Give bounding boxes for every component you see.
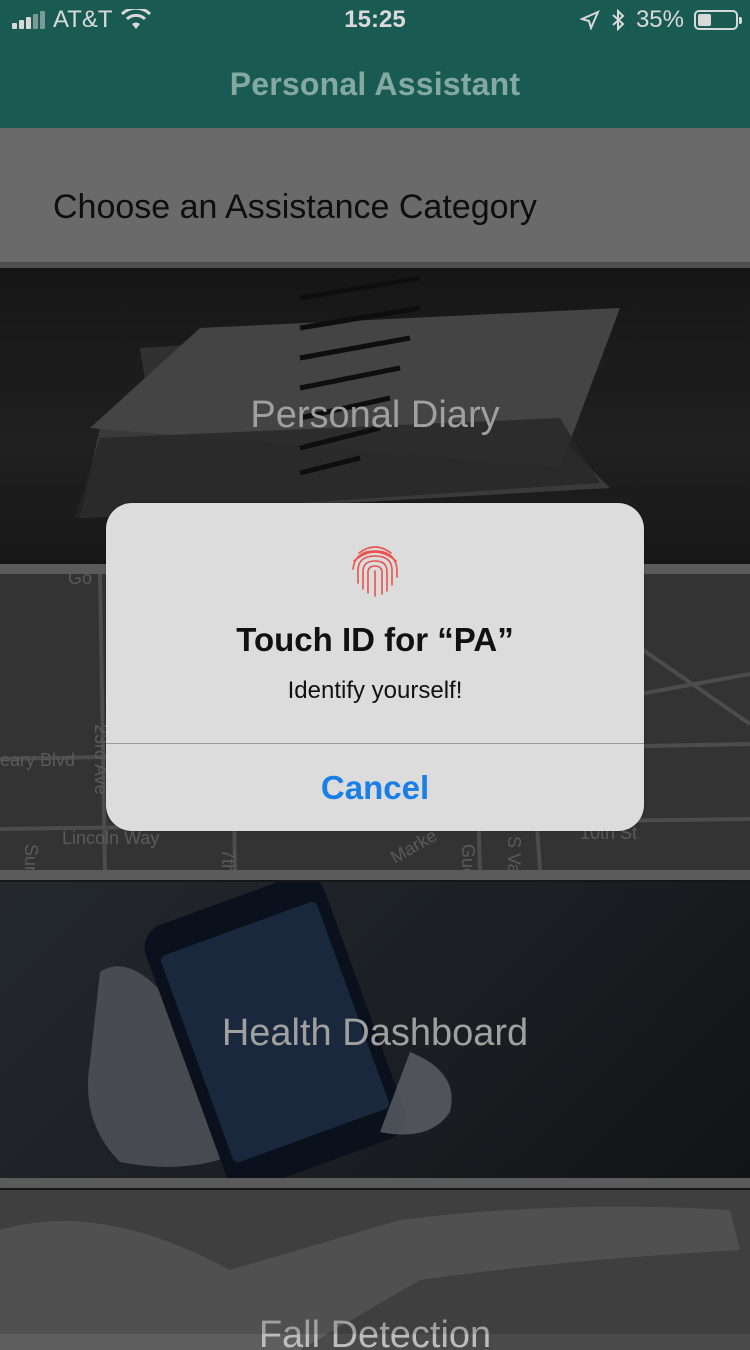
fingerprint-icon bbox=[352, 546, 398, 597]
cancel-button[interactable]: Cancel bbox=[106, 744, 644, 831]
touch-id-alert: Touch ID for “PA” Identify yourself! Can… bbox=[106, 503, 644, 831]
alert-title: Touch ID for “PA” bbox=[236, 621, 514, 658]
alert-message: Identify yourself! bbox=[287, 677, 463, 704]
